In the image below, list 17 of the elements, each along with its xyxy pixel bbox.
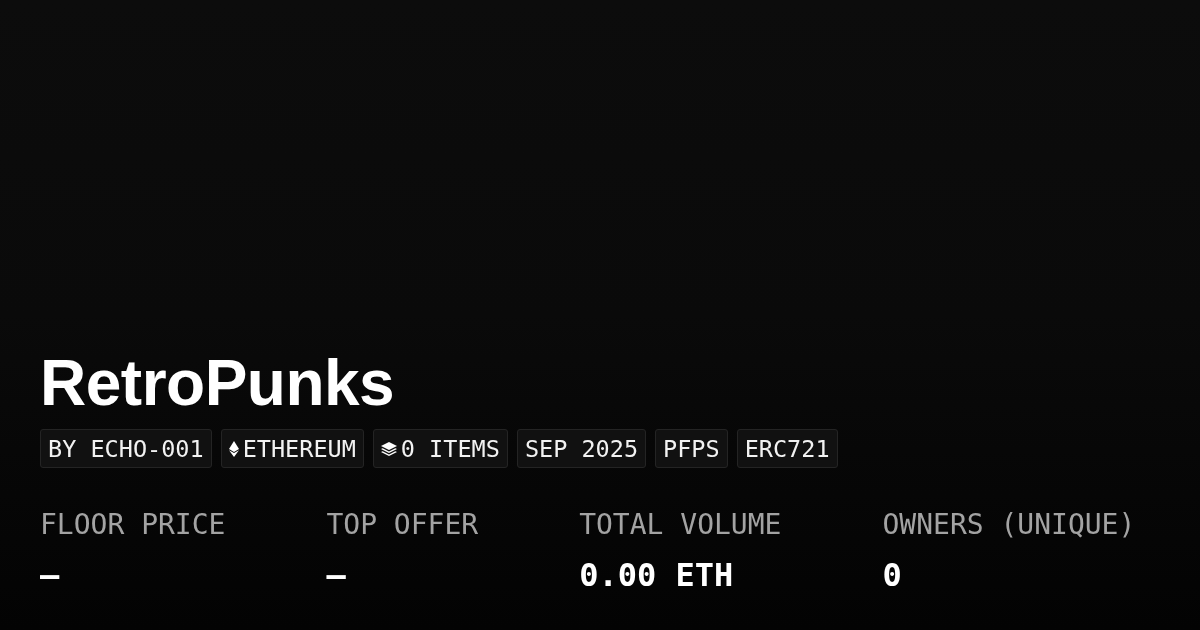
stat-label: FLOOR PRICE — [40, 508, 226, 542]
tag-label: 0 ITEMS — [400, 434, 500, 463]
stat-value: 0.00 ETH — [579, 556, 734, 594]
stat-value: — — [326, 556, 346, 594]
tag-label: SEP 2025 — [524, 434, 639, 463]
tag-label: BY ECHO-001 — [48, 434, 204, 463]
diamond-icon — [228, 440, 239, 457]
stat-label: TOTAL VOLUME — [579, 508, 782, 542]
collection-title: RetroPunks — [40, 346, 395, 420]
stat-label: OWNERS (UNIQUE) — [882, 508, 1136, 542]
tag-label: PFPS — [663, 434, 720, 463]
stat-value: — — [40, 556, 60, 594]
layers-icon — [380, 441, 397, 456]
tag-label: ERC721 — [744, 434, 830, 463]
stat-label: TOP OFFER — [326, 508, 479, 542]
stat-value: 0 — [882, 556, 902, 594]
tag-label: ETHEREUM — [242, 434, 356, 463]
